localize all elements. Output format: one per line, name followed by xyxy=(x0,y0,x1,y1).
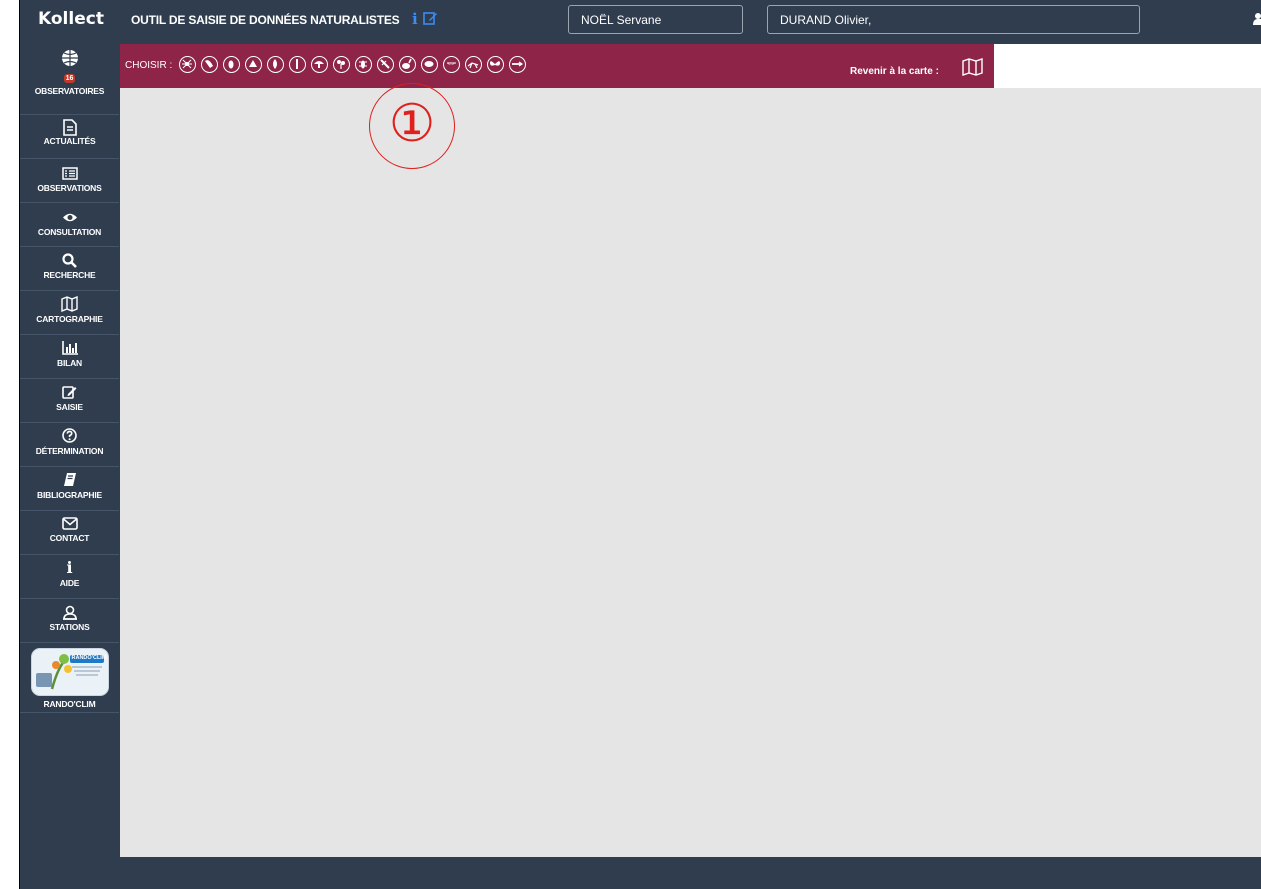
sidebar-item-saisie[interactable]: SAISIE xyxy=(20,379,119,423)
info-icon[interactable]: i xyxy=(412,10,418,28)
sidebar-item-randoclim[interactable]: RANDO'CLIM RANDO'CLIM xyxy=(20,643,119,713)
sidebar-item-consultation[interactable]: CONSULTATION xyxy=(20,203,119,247)
list-icon xyxy=(61,167,78,180)
top-bar: Kollect OUTIL DE SAISIE DE DONNÉES NATUR… xyxy=(20,0,1261,43)
app-window: Kollect OUTIL DE SAISIE DE DONNÉES NATUR… xyxy=(20,0,1261,889)
sidebar-item-stations[interactable]: STATIONS xyxy=(20,599,119,643)
info-icon: i xyxy=(66,558,73,577)
sidebar-item-contact[interactable]: CONTACT xyxy=(20,511,119,555)
observer-field-2[interactable]: DURAND Olivier, xyxy=(767,5,1140,34)
sidebar-item-label: AIDE xyxy=(59,578,80,588)
taxon-fish-icon[interactable] xyxy=(421,56,438,73)
sidebar-item-observatoires[interactable]: 16 OBSERVATOIRES xyxy=(20,43,119,115)
sidebar-item-label: DÉTERMINATION xyxy=(35,446,104,456)
taxon-dragonfly-icon[interactable] xyxy=(377,56,394,73)
randoclim-logo-text: RANDO'CLIM xyxy=(71,655,107,661)
taxon-amphibian-icon[interactable] xyxy=(289,56,306,73)
taxon-mushroom-icon[interactable] xyxy=(311,56,328,73)
taxon-insect-icon[interactable] xyxy=(355,56,372,73)
search-icon xyxy=(62,253,77,268)
envelope-icon xyxy=(61,517,78,530)
taxon-mollusc-icon[interactable] xyxy=(201,56,218,73)
randoclim-logo: RANDO'CLIM xyxy=(30,648,109,696)
user-icon[interactable] xyxy=(1253,12,1261,26)
sidebar-item-bibliographie[interactable]: BIBLIOGRAPHIE xyxy=(20,467,119,511)
back-to-map-icon[interactable] xyxy=(962,58,983,81)
sidebar-item-actualites[interactable]: ACTUALITÉS xyxy=(20,115,119,159)
sidebar-item-label: CONSULTATION xyxy=(37,227,102,237)
header-right-area xyxy=(994,44,1261,88)
question-icon xyxy=(62,428,77,443)
sidebar-item-aide[interactable]: i AIDE xyxy=(20,555,119,599)
sidebar-item-label: OBSERVATIONS xyxy=(37,183,102,193)
taxon-beetle-icon[interactable] xyxy=(223,56,240,73)
taxon-flower-icon[interactable] xyxy=(333,56,350,73)
sidebar-item-label: BIBLIOGRAPHIE xyxy=(37,490,102,500)
sidebar-item-label: RANDO'CLIM xyxy=(43,699,96,709)
brand-logo[interactable]: Kollect xyxy=(38,9,104,29)
sidebar-item-label: CARTOGRAPHIE xyxy=(36,314,103,324)
taxon-rabbit-icon[interactable] xyxy=(399,56,416,73)
observatoires-count-badge: 16 xyxy=(63,74,76,83)
app-title: OUTIL DE SAISIE DE DONNÉES NATURALISTES xyxy=(131,13,400,27)
sidebar-item-label: SAISIE xyxy=(56,402,83,412)
sidebar: 16 OBSERVATOIRES ACTUALITÉS OBSERVATIONS… xyxy=(20,43,119,889)
sidebar-item-recherche[interactable]: RECHERCHE xyxy=(20,247,119,291)
taxon-plant-icon[interactable] xyxy=(267,56,284,73)
sidebar-item-label: ACTUALITÉS xyxy=(43,136,96,146)
taxon-bird-icon[interactable] xyxy=(443,56,460,73)
step-annotation-marker: ① xyxy=(369,83,455,169)
sidebar-item-label: BILAN xyxy=(57,358,82,368)
file-text-icon xyxy=(62,119,77,136)
taxon-bee-icon[interactable] xyxy=(245,56,262,73)
taxon-eel-icon[interactable] xyxy=(509,56,526,73)
taxon-butterfly-icon[interactable] xyxy=(487,56,504,73)
taxon-spider-icon[interactable] xyxy=(179,56,196,73)
globe-icon xyxy=(61,50,78,66)
eye-icon xyxy=(62,213,77,222)
sidebar-item-observations[interactable]: OBSERVATIONS xyxy=(20,159,119,203)
sidebar-item-label: CONTACT xyxy=(49,533,90,543)
sidebar-item-cartographie[interactable]: CARTOGRAPHIE xyxy=(20,291,119,335)
edit-icon[interactable] xyxy=(423,11,438,30)
choose-label: CHOISIR : xyxy=(125,60,173,71)
edit-icon xyxy=(62,386,77,399)
book-icon xyxy=(63,473,76,486)
sidebar-item-label: OBSERVATOIRES xyxy=(34,86,105,96)
back-to-map-label[interactable]: Revenir à la carte : xyxy=(850,66,939,77)
map-icon xyxy=(61,296,78,312)
main-content-area xyxy=(120,88,1261,857)
sidebar-item-determination[interactable]: DÉTERMINATION xyxy=(20,423,119,467)
sidebar-item-bilan[interactable]: BILAN xyxy=(20,335,119,379)
sidebar-item-label: STATIONS xyxy=(49,622,90,632)
taxon-grasshopper-icon[interactable] xyxy=(465,56,482,73)
observer-field-1[interactable]: NOËL Servane xyxy=(568,5,743,34)
bar-chart-icon xyxy=(61,341,78,355)
sidebar-item-label: RECHERCHE xyxy=(43,270,96,280)
taxon-choice-bar: CHOISIR : Revenir à la carte : xyxy=(120,44,994,88)
location-user-icon xyxy=(62,605,77,620)
